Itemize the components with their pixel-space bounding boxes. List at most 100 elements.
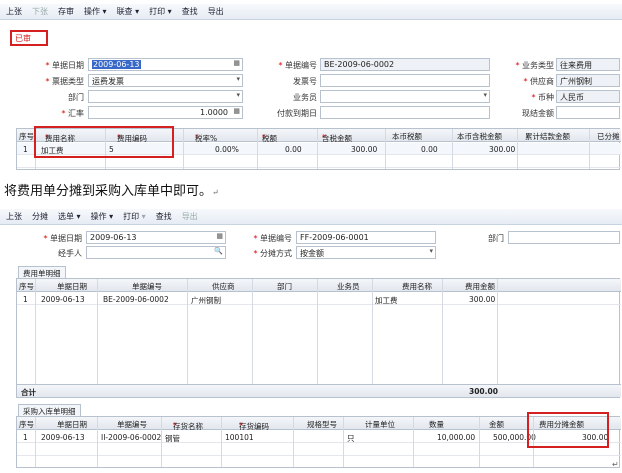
- currency-label: * 币种: [531, 93, 554, 102]
- fee-highlight: [34, 126, 174, 158]
- tb2-prev[interactable]: 上张: [6, 211, 22, 222]
- cell: 2009-06-13: [41, 433, 85, 442]
- cash-label: 现结金额: [522, 109, 554, 118]
- tb2-find[interactable]: 查找: [156, 211, 172, 222]
- b-method-label: * 分摊方式: [253, 249, 292, 258]
- doc-no-field[interactable]: BE-2009-06-0002: [320, 58, 490, 71]
- col-local-tax: 本币税额: [392, 132, 422, 141]
- fee-grid-header: 序号 单据日期 单据编号 供应商 部门 业务员 费用名称 费用金额: [17, 279, 621, 292]
- cell: 加工费: [375, 296, 398, 305]
- invoice-no-field[interactable]: [320, 74, 490, 87]
- supplier-field[interactable]: 广州钢制: [556, 74, 620, 87]
- col-amount: 金额: [489, 420, 504, 429]
- cell: 0.00%: [215, 145, 239, 154]
- col-spec: 规格型号: [307, 420, 337, 429]
- tb-audit[interactable]: 存审: [58, 6, 74, 17]
- tb2-allocate[interactable]: 分摊: [32, 211, 48, 222]
- cell: 1: [23, 145, 28, 154]
- alloc-highlight: [527, 412, 609, 448]
- doc-date-field[interactable]: 2009-06-13 ▦: [88, 58, 243, 71]
- tb-operate[interactable]: 操作 ▾: [84, 6, 107, 17]
- top-toolbar: 上张 下张 存审 操作 ▾ 联查 ▾ 打印 ▾ 查找 导出: [0, 4, 622, 20]
- return-mark: ↵: [612, 460, 619, 469]
- col-salesman: 业务员: [337, 282, 360, 291]
- tb-print[interactable]: 打印 ▾: [149, 6, 172, 17]
- caption-text: 将费用单分摊到采购入库单中即可。↵: [4, 184, 219, 199]
- total-label: 合计: [21, 388, 36, 397]
- dept-select[interactable]: ▾: [88, 90, 243, 103]
- col-seq: 序号: [19, 282, 34, 291]
- cell: 1: [23, 295, 28, 304]
- cell: 1: [23, 433, 28, 442]
- col-fee-amount: 费用金额: [465, 282, 495, 291]
- col-dept: 部门: [277, 282, 292, 291]
- cell: 300.00: [469, 295, 496, 304]
- rate-field[interactable]: 1.0000 ▦: [88, 106, 243, 119]
- total-value: 300.00: [469, 387, 498, 396]
- dept-label: 部门: [68, 93, 84, 102]
- fee-detail-grid: 序号 单据日期 单据编号 供应商 部门 业务员 费用名称 费用金额 1 2009…: [16, 278, 621, 398]
- cell: 300.00: [351, 145, 378, 154]
- doc-type-label: * 票据类型: [45, 77, 84, 86]
- b-handler-field[interactable]: 🔍: [86, 246, 226, 259]
- cell: 0.00: [421, 145, 438, 154]
- biz-type-field[interactable]: 往来费用: [556, 58, 620, 71]
- b-handler-label: 经手人: [58, 249, 82, 258]
- cell: 100101: [225, 433, 254, 442]
- b-doc-no-label: * 单据编号: [253, 234, 292, 243]
- tb-find[interactable]: 查找: [182, 6, 198, 17]
- status-badge: 已审: [15, 34, 31, 43]
- due-date-field[interactable]: [320, 106, 490, 119]
- invoice-no-label: 发票号: [293, 77, 317, 86]
- b-doc-no-field[interactable]: FF-2009-06-0001: [296, 231, 436, 244]
- table-row[interactable]: 1 2009-06-13 BE-2009-06-0002 广州钢制 加工费 30…: [17, 293, 621, 305]
- tb2-select[interactable]: 选单 ▾: [58, 211, 81, 222]
- col-seq: 序号: [19, 420, 34, 429]
- rate-label: * 汇率: [61, 109, 84, 118]
- doc-date-label: * 单据日期: [45, 61, 84, 70]
- doc-no-label: * 单据编号: [278, 61, 317, 70]
- tab-stock-detail[interactable]: 采购入库单明细: [18, 404, 81, 416]
- col-fee-name: 费用名称: [402, 282, 432, 291]
- col-qty: 数量: [429, 420, 444, 429]
- cell: 10,000.00: [437, 433, 476, 442]
- doc-type-select[interactable]: 运费发票 ▾: [88, 74, 243, 87]
- salesman-label: 业务员: [293, 93, 317, 102]
- cash-field[interactable]: [556, 106, 620, 119]
- tb-next[interactable]: 下张: [32, 6, 48, 17]
- cell: II-2009-06-0002: [101, 433, 162, 442]
- cell: 广州钢制: [191, 296, 221, 305]
- b-dept-field[interactable]: [508, 231, 620, 244]
- col-unit: 计量单位: [365, 420, 395, 429]
- tb-prev[interactable]: 上张: [6, 6, 22, 17]
- bottom-toolbar: 上张 分摊 选单 ▾ 操作 ▾ 打印 ▾ 查找 导出: [0, 209, 622, 225]
- col-date: 单据日期: [57, 282, 87, 291]
- b-doc-date-field[interactable]: 2009-06-13 ▦: [86, 231, 226, 244]
- cell: BE-2009-06-0002: [103, 295, 169, 304]
- tb2-operate[interactable]: 操作 ▾: [91, 211, 114, 222]
- col-allocated: 已分摊: [597, 132, 620, 141]
- salesman-select[interactable]: ▾: [320, 90, 490, 103]
- b-method-select[interactable]: 按金额 ▾: [296, 246, 436, 259]
- tb2-export[interactable]: 导出: [182, 211, 198, 222]
- due-date-label: 付款到期日: [277, 109, 317, 118]
- tb-link[interactable]: 联查 ▾: [117, 6, 140, 17]
- currency-field[interactable]: 人民币: [556, 90, 620, 103]
- tab-fee-detail[interactable]: 费用单明细: [18, 266, 66, 278]
- col-date: 单据日期: [57, 420, 87, 429]
- biz-type-label: * 业务类型: [515, 61, 554, 70]
- tb-export[interactable]: 导出: [208, 6, 224, 17]
- col-docno: 单据编号: [132, 282, 162, 291]
- supplier-label: * 供应商: [523, 77, 554, 86]
- col-supplier: 供应商: [212, 282, 235, 291]
- cell: 2009-06-13: [41, 295, 85, 304]
- b-dept-label: 部门: [488, 234, 504, 243]
- col-local-incl: 本币含税金额: [457, 132, 502, 141]
- col-seq: 序号: [19, 132, 34, 141]
- fee-total-row: 合计 300.00: [17, 384, 621, 397]
- cell: 0.00: [285, 145, 302, 154]
- col-docno: 单据编号: [117, 420, 147, 429]
- tb2-print[interactable]: 打印 ▾: [123, 211, 146, 222]
- cell: 钢管: [165, 434, 180, 443]
- cell: 只: [347, 434, 355, 443]
